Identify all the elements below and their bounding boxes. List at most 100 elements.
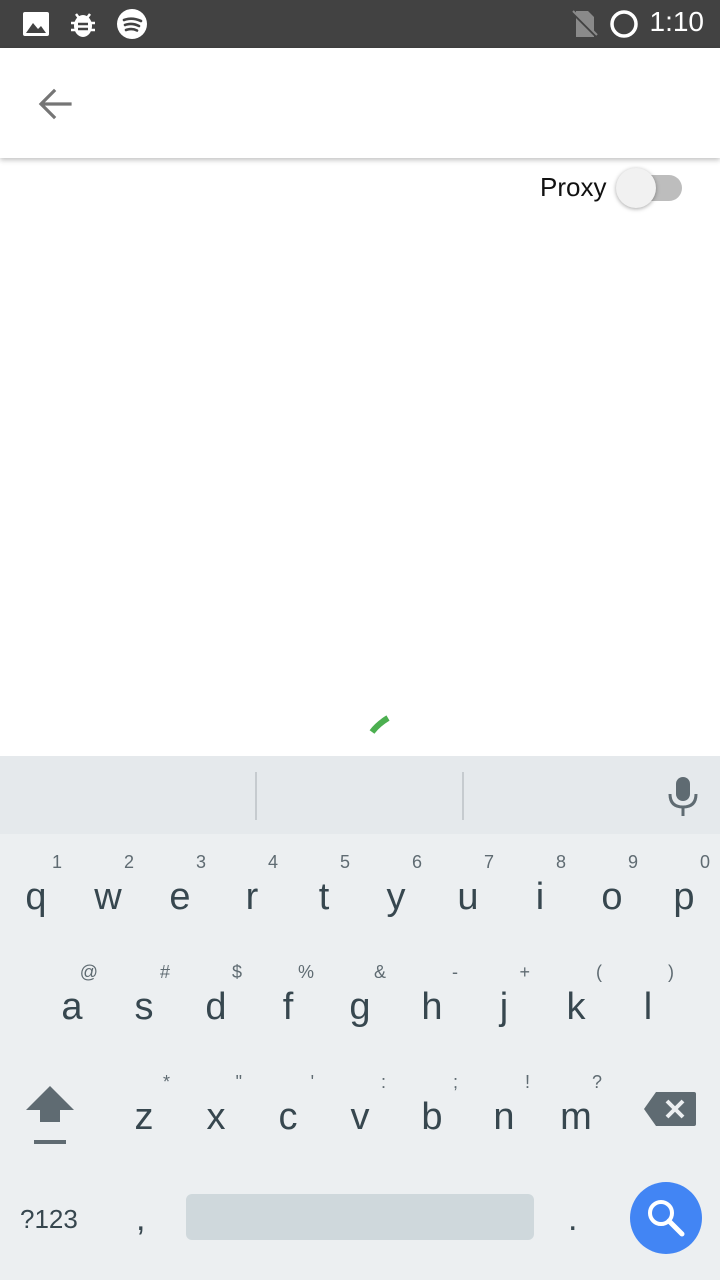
key-label: b: [421, 1096, 443, 1138]
key-label: d: [205, 986, 227, 1028]
key-k[interactable]: (k: [540, 956, 612, 1052]
key-label: s: [134, 986, 154, 1028]
backspace-icon: [644, 1092, 696, 1126]
key-f[interactable]: % f: [252, 956, 324, 1052]
key-hint: ?: [591, 1072, 602, 1092]
suggestion-divider: [255, 772, 257, 820]
key-b[interactable]: ; b: [396, 1066, 468, 1162]
key-y[interactable]: 6y: [360, 846, 432, 942]
key-hint: 5: [339, 852, 350, 872]
key-label: e: [169, 876, 191, 918]
arrow-back-icon: [38, 88, 72, 120]
image-icon: [23, 12, 49, 36]
proxy-label: Proxy: [540, 172, 607, 202]
key-c[interactable]: ' c: [252, 1066, 324, 1162]
key-label: q: [25, 876, 47, 918]
key-hint: *: [162, 1072, 170, 1092]
suggestion-divider: [462, 772, 464, 820]
key-hint: ': [310, 1072, 314, 1092]
toggle-thumb: [616, 168, 656, 208]
key-hint: 2: [123, 852, 134, 872]
key-x[interactable]: " x: [180, 1066, 252, 1162]
backspace-key[interactable]: [642, 1090, 698, 1128]
key-j[interactable]: + j: [468, 956, 540, 1052]
key-r[interactable]: 4r: [216, 846, 288, 942]
key-hint: 8: [555, 852, 566, 872]
status-bar: 1:10: [0, 0, 720, 48]
key-hint: 6: [411, 852, 422, 872]
key-u[interactable]: 7u: [432, 846, 504, 942]
shift-arrow-icon: [26, 1086, 74, 1144]
key-t[interactable]: 5t: [288, 846, 360, 942]
key-l[interactable]: ) l: [612, 956, 684, 1052]
proxy-toggle[interactable]: [616, 168, 686, 208]
key-label: x: [206, 1096, 226, 1138]
key-label: c: [278, 1096, 298, 1138]
shift-key[interactable]: [18, 1078, 82, 1150]
key-label: l: [643, 986, 653, 1028]
key-hint: 7: [483, 852, 494, 872]
key-h[interactable]: -h: [396, 956, 468, 1052]
key-hint: ): [668, 962, 674, 982]
spotify-icon: [117, 9, 147, 39]
key-label: g: [349, 986, 371, 1028]
space-bar[interactable]: [186, 1194, 534, 1240]
bug-icon: [71, 13, 95, 37]
key-g[interactable]: & g: [324, 956, 396, 1052]
key-label: h: [421, 986, 443, 1028]
no-sim-icon: [570, 10, 598, 38]
key-label: p: [673, 876, 695, 918]
key-label: r: [245, 876, 259, 918]
key-hint: :: [380, 1072, 386, 1092]
key-a[interactable]: @ a: [36, 956, 108, 1052]
key-hint: ": [235, 1072, 242, 1092]
back-button[interactable]: [20, 70, 92, 136]
comma-key[interactable]: ,: [136, 1200, 145, 1239]
key-label: w: [94, 876, 122, 918]
key-label: z: [134, 1096, 154, 1138]
search-key[interactable]: [630, 1182, 702, 1254]
key-hint: %: [297, 962, 314, 982]
key-hint: 3: [195, 852, 206, 872]
loading-spinner: [369, 715, 390, 734]
key-v[interactable]: :v: [324, 1066, 396, 1162]
key-hint: ;: [452, 1072, 458, 1092]
key-hint: !: [524, 1072, 530, 1092]
key-label: f: [282, 986, 294, 1028]
key-label: y: [386, 876, 406, 918]
key-hint: -: [452, 962, 458, 982]
status-time: 1:10: [649, 6, 705, 37]
key-p[interactable]: 0p: [648, 846, 720, 942]
key-hint: 4: [267, 852, 278, 872]
key-z[interactable]: * z: [108, 1066, 180, 1162]
key-s[interactable]: # s: [108, 956, 180, 1052]
key-hint: 1: [51, 852, 62, 872]
app-bar: [0, 48, 720, 158]
key-i[interactable]: 8i: [504, 846, 576, 942]
soft-keyboard: ?123 , . 1 q 2 w 3 e 4 r 5 t 6 y 7 u 8 i 9 o 0 p @ a # s $ d% f & g -…: [0, 756, 720, 1280]
symbols-key[interactable]: ?123: [20, 1204, 78, 1235]
key-hint: +: [519, 962, 530, 982]
key-n[interactable]: ! n: [468, 1066, 540, 1162]
key-label: k: [566, 986, 586, 1028]
key-hint: $: [231, 962, 242, 982]
sync-circle-icon: [610, 10, 638, 38]
key-w[interactable]: 2w: [72, 846, 144, 942]
key-q[interactable]: 1q: [0, 846, 72, 942]
search-icon: [648, 1200, 685, 1237]
key-label: m: [560, 1096, 592, 1138]
key-hint: #: [159, 962, 170, 982]
key-label: n: [493, 1096, 515, 1138]
key-m[interactable]: ? m: [540, 1066, 612, 1162]
suggestion-strip: [0, 756, 720, 834]
microphone-icon[interactable]: [660, 774, 706, 818]
key-d[interactable]: $ d: [180, 956, 252, 1052]
key-label: o: [601, 876, 623, 918]
key-hint: 9: [627, 852, 638, 872]
key-e[interactable]: 3e: [144, 846, 216, 942]
key-hint: 0: [699, 852, 710, 872]
key-o[interactable]: 9o: [576, 846, 648, 942]
period-key[interactable]: .: [568, 1200, 577, 1239]
key-label: v: [350, 1096, 370, 1138]
key-label: t: [318, 876, 330, 918]
